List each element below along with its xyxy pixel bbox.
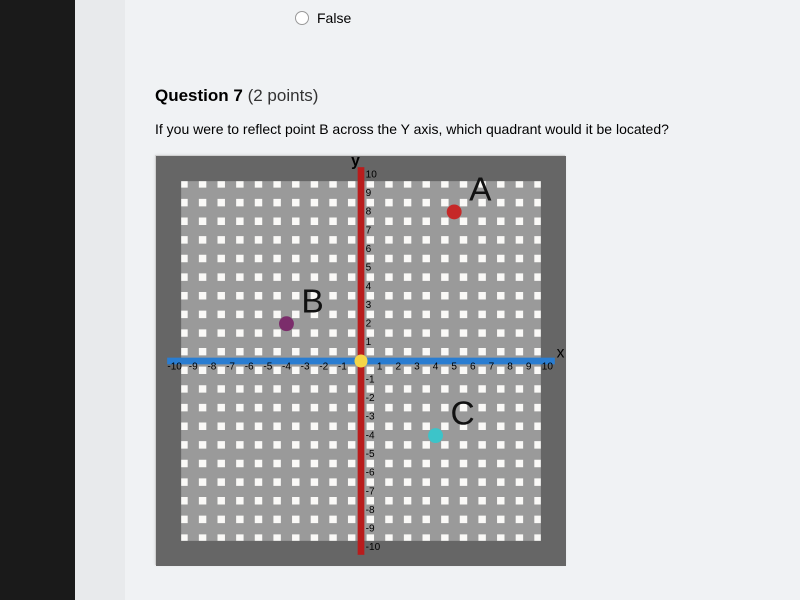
- point-label-a: A: [469, 172, 492, 209]
- svg-text:-9: -9: [189, 361, 198, 372]
- svg-text:6: 6: [470, 361, 476, 372]
- svg-text:9: 9: [526, 361, 532, 372]
- svg-text:10: 10: [366, 169, 378, 180]
- svg-text:4: 4: [433, 361, 439, 372]
- question-heading: Question 7 (2 points): [155, 86, 770, 106]
- point-c: [428, 428, 443, 443]
- point-b: [279, 316, 294, 331]
- svg-text:-6: -6: [245, 361, 254, 372]
- svg-text:2: 2: [366, 319, 372, 330]
- left-dark-sidebar: [0, 0, 75, 600]
- svg-text:1: 1: [377, 361, 383, 372]
- svg-text:3: 3: [366, 300, 372, 311]
- radio-icon[interactable]: [295, 11, 309, 25]
- left-light-sidebar: [75, 0, 125, 600]
- svg-text:1: 1: [366, 337, 372, 348]
- question-content: False Question 7 (2 points) If you were …: [125, 0, 800, 600]
- svg-text:-4: -4: [366, 430, 375, 441]
- svg-text:-10: -10: [167, 361, 182, 372]
- svg-text:-2: -2: [319, 361, 328, 372]
- svg-text:8: 8: [366, 207, 372, 218]
- svg-text:-8: -8: [366, 505, 375, 516]
- svg-text:4: 4: [366, 281, 372, 292]
- svg-text:-4: -4: [282, 361, 291, 372]
- svg-text:2: 2: [395, 361, 401, 372]
- svg-text:-9: -9: [366, 524, 375, 535]
- svg-text:-1: -1: [338, 361, 347, 372]
- svg-text:-7: -7: [366, 486, 375, 497]
- svg-text:-7: -7: [226, 361, 235, 372]
- svg-text:5: 5: [451, 361, 457, 372]
- option-label: False: [317, 10, 351, 26]
- point-label-c: C: [450, 395, 474, 432]
- prev-answer-option-false[interactable]: False: [295, 10, 770, 26]
- svg-text:-3: -3: [366, 412, 375, 423]
- point-a: [447, 204, 462, 219]
- y-axis-label: y: [351, 156, 360, 169]
- svg-text:10: 10: [542, 361, 554, 372]
- svg-text:-8: -8: [207, 361, 216, 372]
- point-label-b: B: [301, 284, 323, 321]
- svg-text:3: 3: [414, 361, 420, 372]
- svg-text:-2: -2: [366, 393, 375, 404]
- svg-text:-1: -1: [366, 374, 375, 385]
- svg-text:8: 8: [507, 361, 513, 372]
- svg-text:6: 6: [366, 244, 372, 255]
- svg-text:-10: -10: [366, 542, 381, 553]
- svg-text:-5: -5: [366, 449, 375, 460]
- x-axis-label: x: [557, 344, 565, 361]
- svg-text:-5: -5: [263, 361, 272, 372]
- svg-text:-3: -3: [301, 361, 310, 372]
- question-prompt: If you were to reflect point B across th…: [155, 121, 770, 137]
- svg-text:7: 7: [489, 361, 495, 372]
- svg-text:9: 9: [366, 188, 372, 199]
- svg-text:7: 7: [366, 225, 372, 236]
- coordinate-plane-chart: -10-9-8-7-6-5-4-3-2-112345678910-10-9-8-…: [155, 155, 565, 565]
- svg-text:-6: -6: [366, 468, 375, 479]
- svg-text:5: 5: [366, 263, 372, 274]
